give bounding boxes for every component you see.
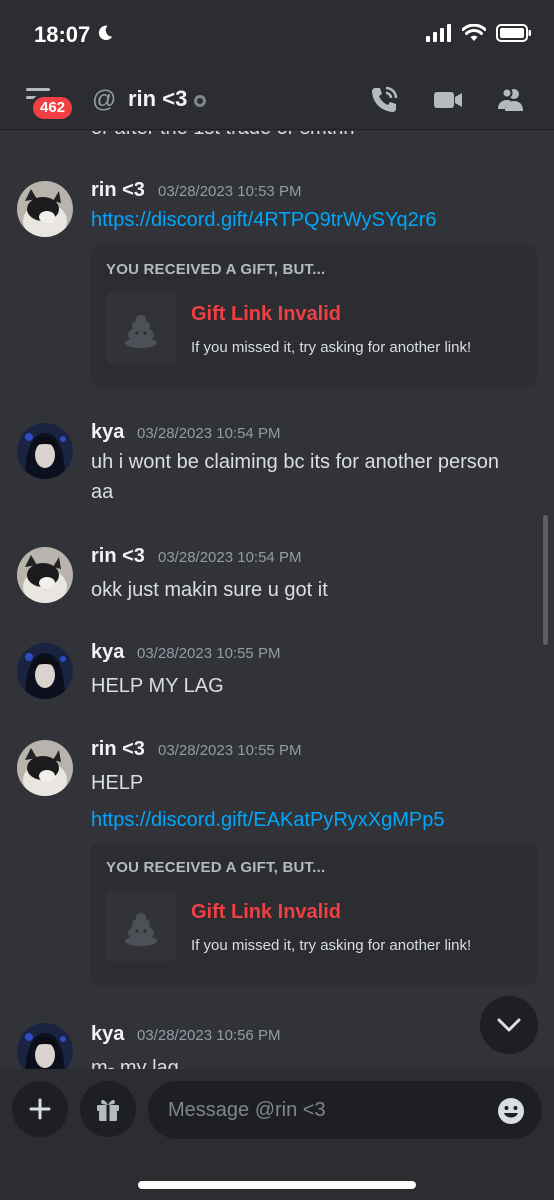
gift-embed-title: Gift Link Invalid bbox=[191, 901, 342, 923]
emoji-icon[interactable] bbox=[496, 1096, 526, 1126]
message-author[interactable]: rin <3 bbox=[91, 738, 145, 761]
gift-embed: YOU RECEIVED A GIFT, BUT... Gift Link In… bbox=[91, 245, 537, 387]
message-text: uh i wont be claiming bc its for another… bbox=[91, 451, 499, 503]
at-icon: @ bbox=[92, 86, 117, 113]
avatar[interactable] bbox=[17, 1023, 73, 1069]
wifi-icon bbox=[462, 24, 486, 41]
avatar[interactable] bbox=[17, 181, 73, 237]
message-author[interactable]: rin <3 bbox=[91, 545, 145, 568]
message-author[interactable]: kya bbox=[91, 641, 124, 664]
message-text: m- my lag bbox=[91, 1057, 179, 1069]
message-timestamp: 03/28/2023 10:56 PM bbox=[137, 1027, 281, 1044]
status-bar: 18:07 bbox=[0, 0, 554, 70]
message-text: or after the 1st trade or smthn bbox=[91, 131, 354, 140]
sad-gift-icon bbox=[125, 913, 157, 946]
message-composer bbox=[0, 1069, 554, 1200]
moon-icon bbox=[98, 25, 113, 41]
message-text: HELP MY LAG bbox=[91, 675, 224, 697]
message-author[interactable]: kya bbox=[91, 1023, 124, 1046]
gift-embed-heading: YOU RECEIVED A GIFT, BUT... bbox=[106, 859, 326, 876]
sad-gift-icon bbox=[125, 315, 157, 348]
chat-header: 462 @ rin <3 bbox=[0, 70, 554, 130]
avatar[interactable] bbox=[17, 547, 73, 603]
scrollbar[interactable] bbox=[543, 515, 548, 645]
message-text: HELP bbox=[91, 772, 144, 794]
message-text: okk just makin sure u got it bbox=[91, 579, 328, 601]
phone-icon[interactable] bbox=[368, 84, 400, 116]
status-time: 18:07 bbox=[34, 22, 91, 47]
battery-icon bbox=[496, 24, 531, 42]
dm-recipient-name[interactable]: rin <3 bbox=[128, 86, 187, 112]
jump-to-latest-button[interactable] bbox=[480, 996, 538, 1054]
message-timestamp: 03/28/2023 10:54 PM bbox=[137, 425, 281, 442]
gift-embed-title: Gift Link Invalid bbox=[191, 303, 342, 325]
gift-button[interactable] bbox=[80, 1081, 136, 1137]
offline-status-icon bbox=[194, 95, 206, 107]
message-list[interactable]: or after the 1st trade or smthn rin <3 0… bbox=[0, 131, 554, 1069]
gift-image bbox=[106, 891, 176, 961]
gift-embed-subtitle: If you missed it, try asking for another… bbox=[191, 339, 472, 356]
message-author[interactable]: rin <3 bbox=[91, 179, 145, 202]
unread-badge: 462 bbox=[30, 94, 76, 122]
home-indicator bbox=[138, 1181, 416, 1189]
message-author[interactable]: kya bbox=[91, 421, 124, 444]
plus-icon bbox=[29, 1098, 51, 1120]
message-input[interactable] bbox=[148, 1081, 542, 1139]
gift-link[interactable]: https://discord.gift/4RTPQ9trWySYq2r6 bbox=[91, 205, 511, 235]
gift-icon bbox=[97, 1099, 119, 1121]
gift-embed-heading: YOU RECEIVED A GIFT, BUT... bbox=[106, 261, 326, 278]
message-timestamp: 03/28/2023 10:54 PM bbox=[158, 549, 302, 566]
gift-embed-subtitle: If you missed it, try asking for another… bbox=[191, 937, 472, 954]
gift-image bbox=[106, 293, 176, 363]
members-icon[interactable] bbox=[496, 84, 528, 116]
avatar[interactable] bbox=[17, 423, 73, 479]
message-timestamp: 03/28/2023 10:55 PM bbox=[137, 645, 281, 662]
gift-embed: YOU RECEIVED A GIFT, BUT... Gift Link In… bbox=[91, 843, 537, 985]
gift-link[interactable]: https://discord.gift/EAKatPyRyxXgMPp5 bbox=[91, 805, 511, 835]
avatar[interactable] bbox=[17, 740, 73, 796]
message-timestamp: 03/28/2023 10:53 PM bbox=[158, 183, 302, 200]
signal-icon bbox=[426, 24, 451, 42]
avatar[interactable] bbox=[17, 643, 73, 699]
message-timestamp: 03/28/2023 10:55 PM bbox=[158, 742, 302, 759]
attach-button[interactable] bbox=[12, 1081, 68, 1137]
video-icon[interactable] bbox=[432, 84, 464, 116]
chevron-down-icon bbox=[497, 1018, 521, 1032]
